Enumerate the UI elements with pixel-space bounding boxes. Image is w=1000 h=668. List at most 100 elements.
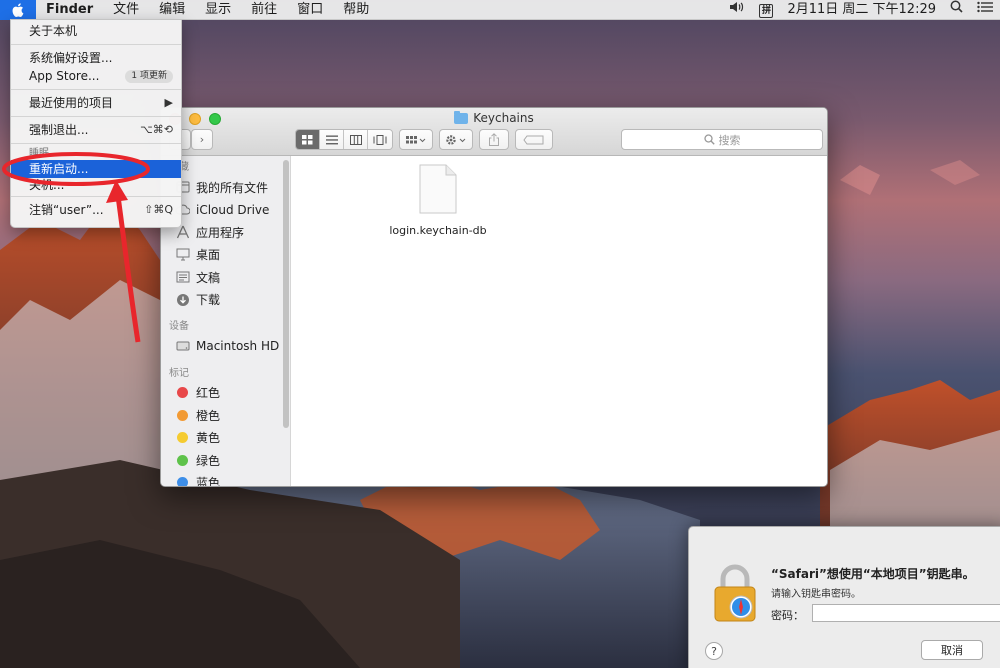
column-view-button[interactable]: [344, 130, 368, 149]
sidebar-item-label: 我的所有文件: [196, 180, 269, 195]
keychain-lock-icon: [714, 564, 756, 622]
menu-view[interactable]: 显示: [195, 0, 241, 20]
menu-item-label: 关于本机: [29, 24, 78, 38]
finder-toolbar: Keychains ‹ ›: [161, 108, 827, 156]
apple-menu-dropdown: 关于本机 系统偏好设置... App Store... 1 项更新 最近使用的项…: [10, 19, 182, 228]
volume-icon[interactable]: [722, 0, 752, 20]
tag-color-dot: [177, 477, 188, 486]
cover-flow-button[interactable]: [368, 130, 392, 149]
keychain-password-dialog: “Safari”想使用“本地项目”钥匙串。 请输入钥匙串密码。 密码： ? 取消: [688, 526, 1000, 668]
action-button[interactable]: [439, 129, 473, 150]
document-file-icon[interactable]: [419, 164, 457, 214]
arrange-grid-icon: [406, 135, 426, 143]
menu-item-app-store[interactable]: App Store... 1 项更新: [11, 67, 181, 85]
menu-shortcut: ⇧⌘Q: [144, 203, 173, 216]
chevron-right-icon: ›: [199, 133, 205, 146]
apple-menu-button[interactable]: [0, 0, 36, 20]
sidebar-item-label: iCloud Drive: [196, 202, 270, 217]
sidebar-item-label: 下载: [196, 293, 221, 308]
columns-icon: [349, 134, 362, 145]
tags-button[interactable]: [515, 129, 553, 150]
sidebar-section-devices: 设备: [169, 321, 189, 332]
finder-window: Keychains ‹ ›: [160, 107, 828, 487]
menu-item-label: 关机...: [29, 178, 65, 192]
sidebar-item-label: 红色: [196, 386, 221, 401]
hard-disk-icon: [175, 339, 190, 354]
menu-item-restart[interactable]: 重新启动...: [11, 160, 181, 178]
spotlight-search-icon[interactable]: [943, 0, 970, 20]
search-placeholder: 搜索: [718, 133, 741, 147]
sidebar-item-label: 绿色: [196, 453, 221, 468]
sidebar-scrollbar[interactable]: [283, 160, 289, 428]
tag-color-dot: [177, 432, 188, 444]
menu-separator: [11, 44, 181, 45]
sidebar-tag-red[interactable]: 红色: [161, 382, 290, 405]
menu-app-finder[interactable]: Finder: [36, 0, 103, 20]
list-view-button[interactable]: [320, 130, 344, 149]
menu-window[interactable]: 窗口: [287, 0, 333, 20]
sidebar-item-macintosh-hd[interactable]: Macintosh HD: [161, 335, 290, 358]
help-button[interactable]: ?: [705, 642, 723, 660]
file-name[interactable]: login.keychain-db: [388, 224, 488, 237]
window-title: Keychains: [473, 111, 534, 125]
sidebar-tag-orange[interactable]: 橙色: [161, 404, 290, 427]
menu-bar: Finder 文件 编辑 显示 前往 窗口 帮助 拼 2月11日 周二 下午12…: [0, 0, 1000, 20]
menu-separator: [11, 89, 181, 90]
window-title-bar: Keychains: [161, 110, 827, 125]
tag-color-dot: [177, 387, 188, 399]
input-method-label: 拼: [759, 4, 774, 18]
sidebar-item-downloads[interactable]: 下载: [161, 289, 290, 312]
share-button[interactable]: [479, 129, 509, 150]
sidebar-item-label: 桌面: [196, 248, 221, 263]
menu-item-log-out[interactable]: 注销“user”... ⇧⌘Q: [11, 201, 181, 219]
tag-icon: [523, 135, 544, 144]
submenu-arrow-icon: ▶: [164, 96, 173, 109]
view-mode-control: [295, 129, 393, 150]
finder-content-area: login.keychain-db: [292, 156, 827, 486]
sidebar-tag-green[interactable]: 绿色: [161, 449, 290, 472]
menu-extras: 拼 2月11日 周二 下午12:29: [722, 0, 1000, 20]
sidebar-item-desktop[interactable]: 桌面: [161, 244, 290, 267]
menu-shortcut: ⌥⌘⟲: [140, 123, 173, 136]
folder-icon: [454, 110, 469, 124]
menu-item-label: 系统偏好设置...: [29, 51, 113, 65]
grid-icon: [302, 134, 313, 144]
menu-item-recent-items[interactable]: 最近使用的项目 ▶: [11, 94, 181, 112]
search-input[interactable]: 搜索: [621, 129, 823, 150]
desktop-icon: [175, 247, 190, 262]
password-label: 密码：: [771, 609, 804, 622]
menu-item-label: 最近使用的项目: [29, 96, 114, 110]
menubar-clock[interactable]: 2月11日 周二 下午12:29: [780, 0, 943, 20]
sidebar-tag-blue[interactable]: 蓝色: [161, 472, 290, 487]
menu-help[interactable]: 帮助: [333, 0, 379, 20]
cancel-button[interactable]: 取消: [921, 640, 983, 660]
tag-color-dot: [177, 454, 188, 466]
sidebar-item-label: 文稿: [196, 270, 221, 285]
menu-edit[interactable]: 编辑: [149, 0, 195, 20]
menu-item-system-preferences[interactable]: 系统偏好设置...: [11, 49, 181, 67]
menu-item-label: 重新启动...: [29, 162, 89, 176]
sidebar-item-label: Macintosh HD: [196, 339, 280, 354]
menu-go[interactable]: 前往: [241, 0, 287, 20]
sidebar-section-tags: 标记: [169, 367, 189, 379]
sidebar-item-documents[interactable]: 文稿: [161, 266, 290, 289]
icon-view-button[interactable]: [296, 130, 320, 149]
password-field[interactable]: [812, 604, 1000, 622]
notification-center-icon[interactable]: [970, 0, 1000, 20]
input-method-button[interactable]: 拼: [752, 0, 780, 20]
sidebar-tag-yellow[interactable]: 黄色: [161, 427, 290, 450]
sidebar-item-label: 蓝色: [196, 476, 221, 487]
tag-color-dot: [177, 409, 188, 421]
sidebar-item-label: 黄色: [196, 431, 221, 446]
forward-button[interactable]: ›: [191, 129, 213, 150]
menu-item-about-this-mac[interactable]: 关于本机: [11, 22, 181, 40]
menu-file[interactable]: 文件: [103, 0, 149, 20]
sidebar-item-label: 橙色: [196, 408, 221, 423]
menu-separator: [11, 196, 181, 197]
dialog-subtitle: 请输入钥匙串密码。: [771, 589, 861, 600]
menu-item-force-quit[interactable]: 强制退出... ⌥⌘⟲: [11, 121, 181, 139]
menu-item-shut-down[interactable]: 关机...: [11, 178, 181, 192]
search-icon: [703, 134, 715, 145]
arrange-button[interactable]: [399, 129, 433, 150]
menu-item-sleep[interactable]: 睡眠: [11, 148, 181, 160]
